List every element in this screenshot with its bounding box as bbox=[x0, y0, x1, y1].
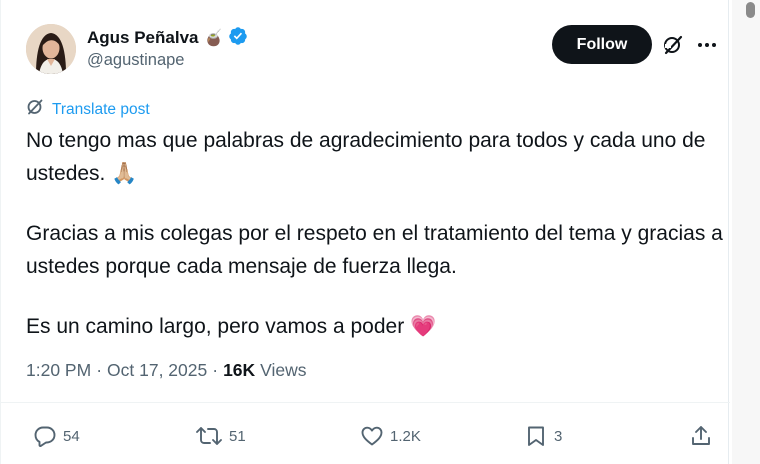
scrollbar[interactable] bbox=[732, 0, 760, 464]
bookmark-button[interactable]: 3 bbox=[524, 424, 562, 448]
tweet-paragraph: No tengo mas que palabras de agradecimie… bbox=[26, 129, 706, 185]
bookmark-count: 3 bbox=[554, 427, 563, 445]
bookmark-icon bbox=[524, 424, 548, 448]
verified-badge-icon bbox=[228, 26, 248, 51]
like-count: 1.2K bbox=[390, 427, 421, 445]
heart-icon bbox=[360, 424, 384, 448]
meta-separator: · bbox=[96, 360, 103, 380]
avatar[interactable] bbox=[26, 24, 76, 74]
tweet-text: No tengo mas que palabras de agradecimie… bbox=[26, 124, 726, 343]
tweet-paragraph: Es un camino largo, pero vamos a poder 💗 bbox=[26, 315, 437, 338]
reply-button[interactable]: 54 bbox=[33, 424, 80, 448]
author-display-name[interactable]: Agus Peñalva bbox=[87, 28, 199, 48]
translate-icon bbox=[26, 98, 44, 121]
repost-button[interactable]: 51 bbox=[195, 424, 246, 448]
follow-button[interactable]: Follow bbox=[552, 25, 652, 64]
repost-count: 51 bbox=[229, 427, 246, 445]
grok-icon[interactable] bbox=[662, 34, 684, 56]
views-count: 16K bbox=[223, 360, 256, 380]
avatar-image bbox=[26, 24, 76, 74]
scrollbar-thumb[interactable] bbox=[746, 2, 755, 18]
reply-icon bbox=[33, 424, 57, 448]
share-button[interactable] bbox=[689, 424, 713, 448]
tweet-paragraph: Gracias a mis colegas por el respeto en … bbox=[26, 222, 723, 278]
author-name-row[interactable]: Agus Peñalva 🧉 bbox=[87, 26, 248, 51]
mate-emoji: 🧉 bbox=[203, 30, 224, 47]
author-handle[interactable]: @agustinape bbox=[87, 51, 185, 70]
translate-label[interactable]: Translate post bbox=[52, 101, 150, 119]
post-time[interactable]: 1:20 PM bbox=[26, 360, 91, 381]
tweet-card: Agus Peñalva 🧉 @agustinape Follow Transl… bbox=[0, 0, 730, 464]
tweet-meta: 1:20 PM · Oct 17, 2025 · 16K Views bbox=[26, 360, 307, 381]
views-label: Views bbox=[260, 360, 307, 380]
like-button[interactable]: 1.2K bbox=[360, 424, 421, 448]
share-icon bbox=[689, 424, 713, 448]
post-date[interactable]: Oct 17, 2025 bbox=[107, 360, 207, 381]
reply-count: 54 bbox=[63, 427, 80, 445]
repost-icon bbox=[195, 424, 223, 448]
meta-separator: · bbox=[212, 360, 219, 380]
divider bbox=[1, 402, 730, 403]
more-icon[interactable] bbox=[696, 36, 718, 54]
translate-post-link[interactable]: Translate post bbox=[26, 98, 150, 121]
